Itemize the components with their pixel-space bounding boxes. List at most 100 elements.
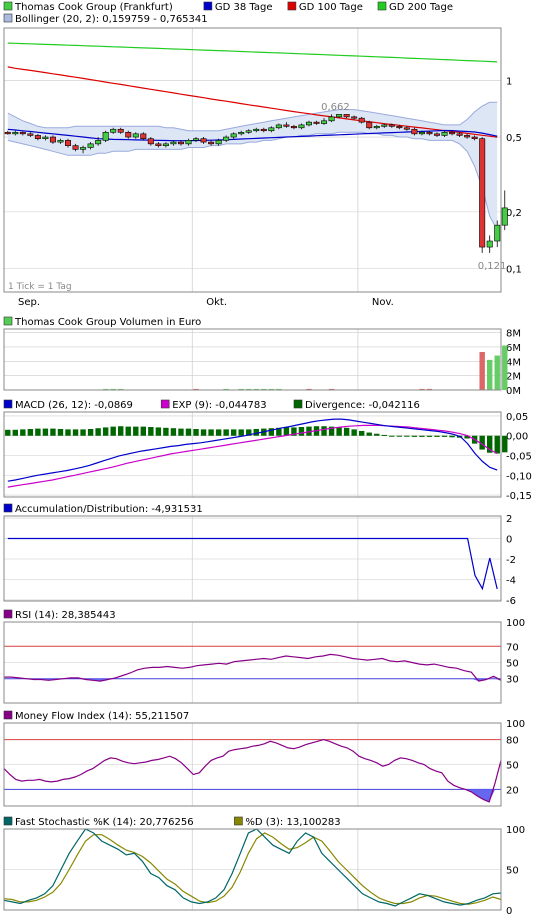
candle-body bbox=[19, 131, 26, 135]
candle-body bbox=[403, 127, 410, 130]
divergence-bar bbox=[5, 429, 11, 436]
price-panel-frame bbox=[3, 27, 502, 293]
divergence-bar bbox=[193, 429, 199, 436]
divergence-bar bbox=[50, 428, 56, 436]
ad-axis-tick-label: -2 bbox=[506, 555, 516, 566]
ad-axis-tick-label: -6 bbox=[506, 596, 516, 607]
divergence-bar bbox=[381, 434, 387, 436]
divergence-bar bbox=[200, 429, 207, 436]
chart-canvas: Thomas Cook Group (Frankfurt) GD 38 Tage G… bbox=[3, 1, 532, 917]
divergence-bar bbox=[434, 435, 440, 437]
candle-body bbox=[253, 128, 260, 132]
volume-axis-tick-label: 8M bbox=[506, 329, 521, 340]
macd-panel-frame bbox=[3, 411, 502, 498]
divergence-bar bbox=[404, 435, 410, 437]
candle-body bbox=[471, 136, 478, 139]
divergence-bar bbox=[185, 428, 192, 436]
macd-axis-tick-label: -0,15 bbox=[506, 491, 532, 502]
mfi-line bbox=[3, 738, 502, 803]
price-axis-tick-label: 0,1 bbox=[506, 265, 522, 276]
divergence-bar bbox=[20, 429, 26, 436]
candle-body bbox=[358, 117, 365, 123]
candle-body bbox=[441, 131, 448, 136]
legend-swatch bbox=[3, 503, 13, 513]
divergence-bar bbox=[223, 429, 229, 436]
legend-swatch bbox=[3, 816, 13, 826]
candle-body bbox=[193, 138, 200, 141]
legend-swatch bbox=[3, 710, 13, 720]
candle-body bbox=[464, 135, 471, 138]
divergence-bar bbox=[118, 426, 124, 436]
divergence-bar bbox=[396, 435, 403, 437]
high-annotation: 0,662 bbox=[321, 102, 350, 113]
macd-axis-tick-label: -0,10 bbox=[506, 471, 532, 482]
divergence-bar bbox=[230, 429, 237, 436]
legend-label: Bollinger (20, 2): 0,159759 - 0,765341 bbox=[15, 14, 208, 25]
legend-swatch bbox=[3, 316, 13, 326]
legend-label: RSI (14): 28,385443 bbox=[15, 610, 116, 621]
volume-bar bbox=[479, 351, 485, 390]
legend-label: %D (3): 13,100283 bbox=[245, 817, 340, 828]
volume-panel-frame bbox=[3, 328, 502, 391]
candle-body bbox=[275, 124, 282, 129]
candle-body bbox=[260, 128, 267, 132]
mfi-oversold-fill bbox=[4, 789, 501, 802]
candle-body bbox=[501, 207, 508, 226]
x-axis-label: Nov. bbox=[372, 297, 394, 308]
divergence-bar bbox=[389, 435, 395, 437]
divergence-bar bbox=[80, 429, 86, 436]
divergence-bar bbox=[133, 426, 139, 436]
divergence-bar bbox=[65, 429, 71, 436]
divergence-bar bbox=[358, 430, 365, 436]
stoch-axis-tick-label: 100 bbox=[506, 825, 525, 836]
candle-body bbox=[494, 224, 501, 242]
candle-body bbox=[343, 114, 350, 118]
divergence-bar bbox=[321, 426, 327, 436]
ad-axis-tick-label: 2 bbox=[506, 514, 512, 525]
divergence-bar bbox=[148, 427, 154, 436]
candle-body bbox=[200, 138, 207, 143]
legend-swatch bbox=[287, 1, 297, 11]
candle-body bbox=[95, 140, 102, 145]
candle-body bbox=[245, 130, 252, 133]
candle-body bbox=[305, 121, 312, 126]
ad-line bbox=[7, 537, 498, 591]
stoch-d-line bbox=[3, 832, 502, 905]
legend-swatch bbox=[3, 609, 13, 619]
divergence-bar bbox=[110, 426, 116, 436]
ma200-line bbox=[7, 42, 498, 63]
candle-body bbox=[65, 140, 72, 146]
candle-body bbox=[147, 138, 154, 145]
divergence-bar bbox=[27, 429, 34, 436]
candle-body bbox=[388, 124, 395, 127]
divergence-bar bbox=[215, 429, 222, 436]
legend-label: Divergence: -0,042116 bbox=[305, 400, 420, 411]
divergence-bar bbox=[57, 429, 64, 436]
candle-body bbox=[162, 143, 169, 146]
candle-body bbox=[411, 128, 418, 135]
legend-swatch bbox=[377, 1, 387, 11]
divergence-bar bbox=[208, 429, 214, 436]
divergence-bar bbox=[419, 435, 425, 437]
candle-body bbox=[268, 127, 275, 132]
tick-note: 1 Tick = 1 Tag bbox=[8, 282, 72, 292]
divergence-bar bbox=[155, 427, 162, 436]
volume-axis-tick-label: 0M bbox=[506, 386, 521, 397]
legend-label: Thomas Cook Group Volumen in Euro bbox=[14, 317, 201, 328]
x-axis-label: Sep. bbox=[18, 297, 40, 308]
divergence-bar bbox=[449, 435, 455, 438]
divergence-bar bbox=[366, 432, 372, 436]
stoch-k-line bbox=[3, 828, 502, 907]
candle-body bbox=[185, 140, 192, 145]
candle-body bbox=[72, 145, 79, 150]
ad-panel-frame bbox=[3, 515, 502, 602]
price-axis-tick-label: 1 bbox=[506, 76, 512, 87]
mfi-axis-tick-label: 100 bbox=[506, 719, 525, 730]
volume-bar bbox=[502, 345, 508, 390]
candle-body bbox=[321, 120, 328, 124]
low-annotation: 0,121 bbox=[478, 261, 507, 272]
candle-body bbox=[87, 143, 94, 148]
candle-body bbox=[351, 116, 358, 119]
x-axis-label: Okt. bbox=[206, 297, 227, 308]
candle-body bbox=[215, 140, 222, 145]
